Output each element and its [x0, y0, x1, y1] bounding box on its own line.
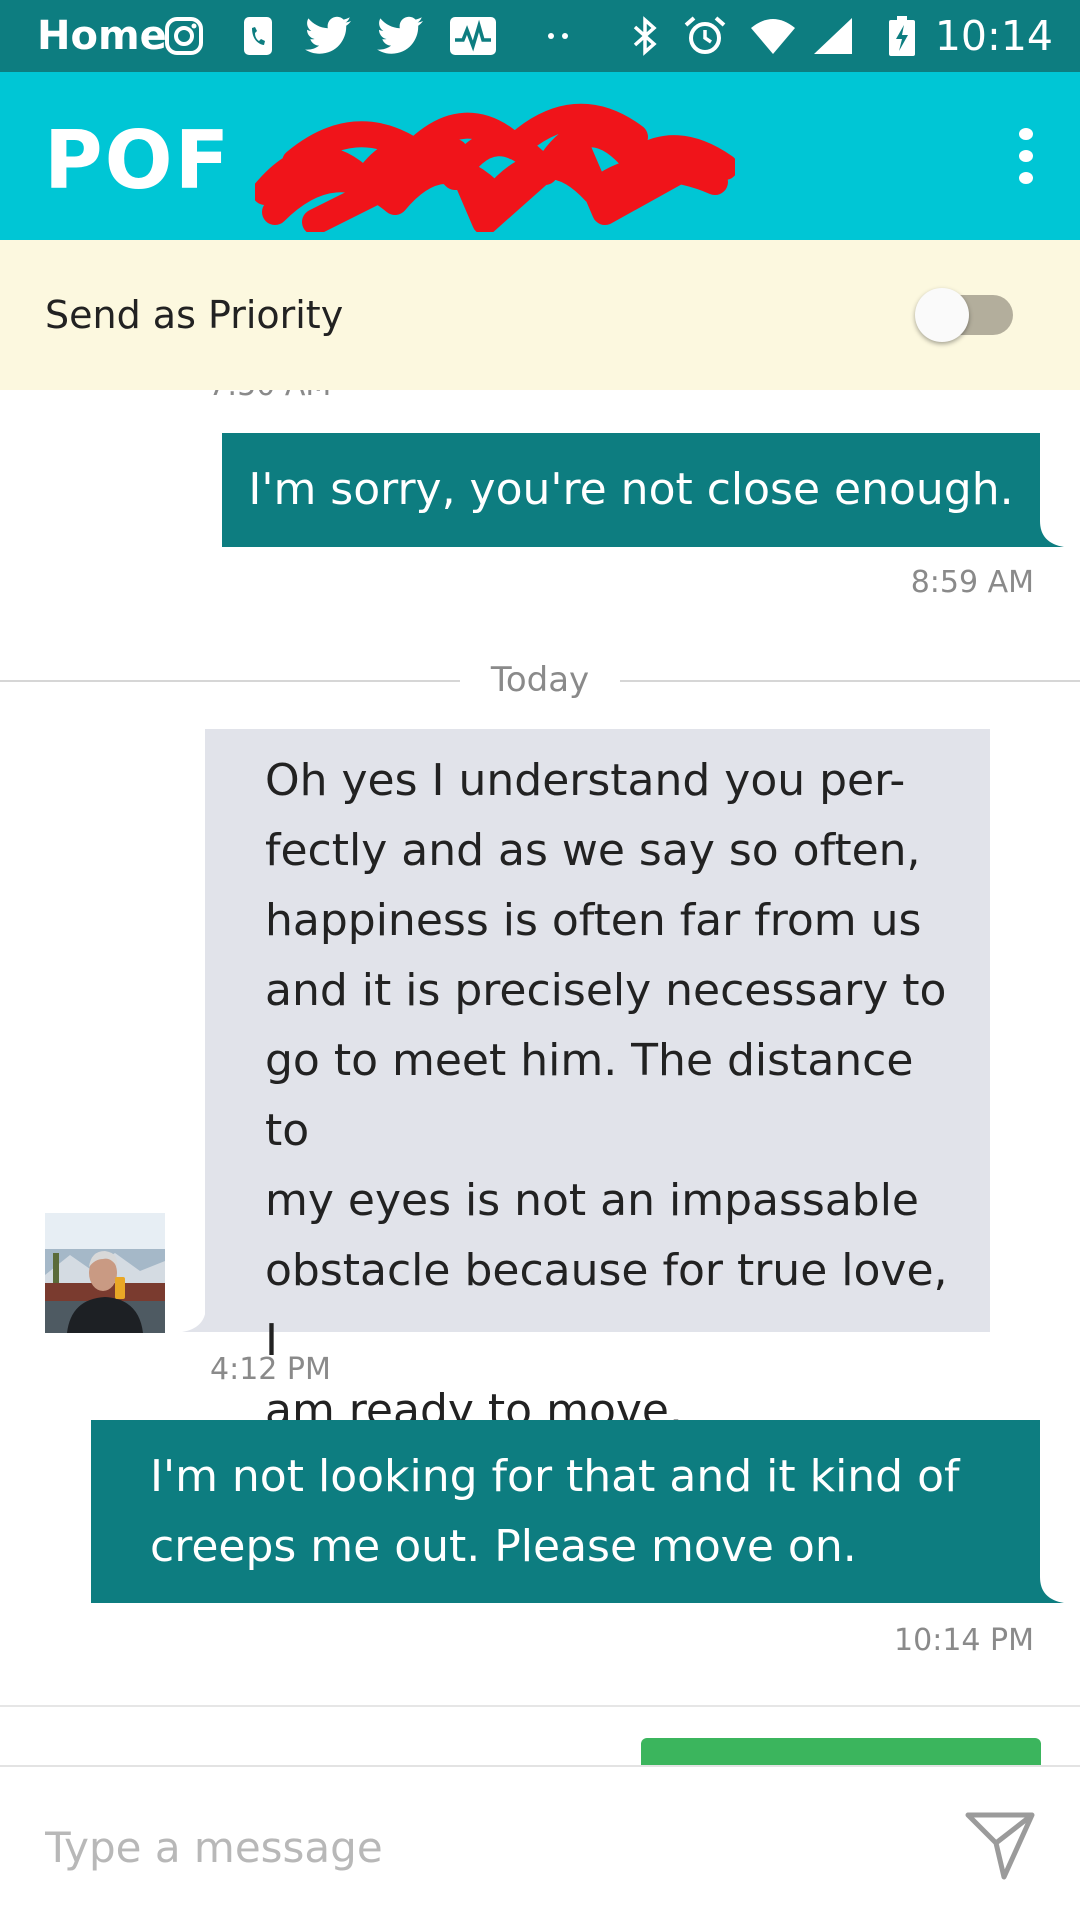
status-time: 10:14 — [934, 12, 1053, 60]
section-divider — [0, 1705, 1080, 1707]
sender-avatar[interactable] — [45, 1213, 165, 1333]
battery-charging-icon — [889, 16, 915, 56]
date-divider-label: Today — [490, 660, 590, 700]
green-action-button[interactable] — [641, 1738, 1041, 1765]
outgoing-message-bubble[interactable]: I'm sorry, you're not close enough. — [222, 433, 1040, 547]
incoming-message-bubble[interactable]: Oh yes I understand you per- fectly and … — [205, 729, 990, 1436]
message-timestamp-partial: 7:50 AM — [208, 390, 331, 403]
phone-icon — [244, 17, 272, 55]
menu-dot — [1019, 128, 1033, 140]
divider-line — [0, 680, 460, 682]
message-line: happiness is often far from us — [265, 895, 922, 946]
activity-icon — [450, 17, 496, 55]
message-list[interactable]: 7:50 AM I'm sorry, you're not close enou… — [0, 390, 1080, 1765]
bubble-tail — [182, 1306, 206, 1332]
status-bar-label: Home — [37, 13, 167, 59]
message-input[interactable] — [45, 1807, 895, 1887]
send-icon[interactable] — [960, 1805, 1040, 1885]
message-timestamp: 4:12 PM — [210, 1352, 331, 1387]
instagram-icon — [165, 17, 203, 55]
more-dots-icon — [548, 33, 568, 39]
message-line: and it is precisely necessary to — [265, 965, 947, 1016]
bubble-tail — [1040, 1577, 1064, 1603]
message-composer — [0, 1765, 1080, 1920]
message-line: Oh yes I understand you per- — [265, 755, 906, 806]
outgoing-message-bubble[interactable]: I'm not looking for that and it kind of … — [91, 1420, 1040, 1603]
overflow-menu-button[interactable] — [998, 128, 1054, 184]
wifi-icon — [751, 19, 795, 54]
divider-line — [620, 680, 1080, 682]
message-line: obstacle because for true love, I — [265, 1245, 948, 1366]
twitter-icon — [377, 16, 423, 54]
app-bar: POF — [0, 72, 1080, 240]
signal-icon — [814, 18, 852, 54]
message-line: creeps me out. Please move on. — [150, 1521, 857, 1572]
message-line: my eyes is not an impassable — [265, 1175, 920, 1226]
message-line: I'm not looking for that and it kind of — [150, 1451, 960, 1502]
message-timestamp: 10:14 PM — [894, 1623, 1034, 1658]
message-line: go to meet him. The distance to — [265, 1035, 914, 1156]
status-bar: Home 10:14 — [0, 0, 1080, 72]
message-timestamp: 8:59 AM — [910, 565, 1034, 600]
message-text: I'm sorry, you're not close enough. — [248, 464, 1014, 515]
message-line: fectly and as we say so often, — [265, 825, 921, 876]
priority-label: Send as Priority — [45, 293, 344, 337]
bluetooth-icon — [633, 16, 657, 56]
alarm-icon — [684, 16, 726, 54]
toggle-thumb — [915, 288, 969, 342]
bubble-tail — [1040, 521, 1064, 547]
menu-dot — [1019, 172, 1033, 184]
menu-dot — [1019, 150, 1033, 162]
app-title: POF — [44, 114, 232, 207]
twitter-icon — [305, 16, 351, 54]
redacted-username-scribble — [255, 103, 735, 232]
